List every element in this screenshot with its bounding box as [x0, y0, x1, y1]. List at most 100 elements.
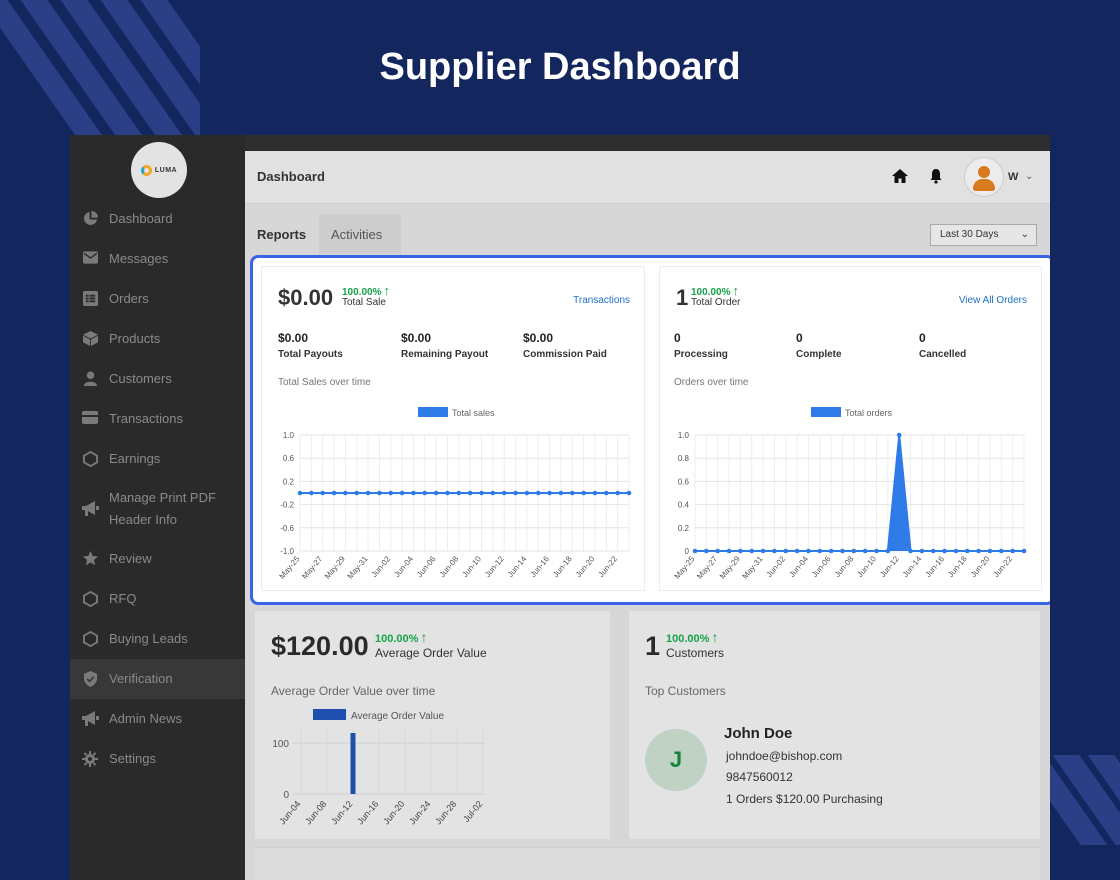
- x-tick-label: Jun-16: [355, 799, 380, 827]
- view-all-orders-link[interactable]: View All Orders: [959, 295, 1027, 306]
- sidebar-item-products[interactable]: Products: [70, 319, 245, 359]
- bar: [350, 733, 356, 794]
- customers-card: 1 100.00% ↑ Customers Top Customers J Joh…: [629, 611, 1040, 839]
- stat-cancelled: 0 Cancelled: [919, 331, 966, 360]
- sidebar-item-dashboard[interactable]: Dashboard: [70, 199, 245, 239]
- bell-icon[interactable]: [928, 168, 944, 189]
- stat-label: Remaining Payout: [401, 349, 489, 360]
- data-point: [1010, 548, 1015, 554]
- chevron-down-icon[interactable]: ⌄: [1025, 171, 1033, 182]
- data-point: [535, 490, 541, 496]
- data-point: [604, 490, 609, 496]
- y-tick-label: 0.2: [283, 477, 295, 486]
- data-point: [422, 490, 428, 496]
- data-point: [930, 548, 936, 554]
- sales-change-badge: 100.00% ↑: [342, 283, 390, 298]
- sidebar-item-admin-news[interactable]: Admin News: [70, 699, 245, 739]
- customer-email: johndoe@bishop.com: [726, 749, 843, 763]
- data-point: [615, 490, 620, 496]
- arrow-up-icon: ↑: [732, 283, 739, 298]
- x-tick-label: May-29: [323, 554, 347, 581]
- tab-activities[interactable]: Activities: [319, 214, 401, 254]
- sidebar-item-review[interactable]: Review: [70, 539, 245, 579]
- home-icon[interactable]: [891, 168, 909, 189]
- orders-card: 1 100.00% ↑ Total Order View All Orders 0…: [659, 266, 1042, 591]
- data-point: [445, 490, 450, 496]
- data-point: [976, 548, 981, 554]
- x-tick-label: Jun-12: [483, 554, 506, 579]
- sidebar-item-settings[interactable]: Settings: [70, 739, 245, 779]
- data-point: [297, 490, 303, 496]
- sidebar: LUMA Dashboard Messages Orders Products Cust…: [70, 135, 245, 880]
- stat-value: 0: [674, 331, 681, 345]
- y-tick-label: 100: [272, 739, 289, 750]
- megaphone-icon: [82, 711, 99, 727]
- stat-complete: 0 Complete: [796, 331, 842, 360]
- sidebar-item-label: Admin News: [109, 711, 182, 726]
- orders-chart: Total orders1.00.80.60.40.20May-25May-27…: [672, 407, 1027, 581]
- data-point: [365, 490, 371, 496]
- orders-chart-title: Orders over time: [674, 377, 749, 388]
- brand-logo[interactable]: LUMA: [131, 142, 187, 198]
- arrow-up-icon: ↑: [420, 629, 428, 645]
- customer-name[interactable]: John Doe: [724, 725, 792, 742]
- data-point: [388, 490, 394, 496]
- data-point: [524, 490, 530, 496]
- data-point: [738, 548, 743, 554]
- user-icon: [82, 371, 98, 387]
- data-point: [626, 490, 632, 496]
- stat-value: 0: [919, 331, 926, 345]
- user-avatar[interactable]: [964, 157, 1004, 197]
- sidebar-item-customers[interactable]: Customers: [70, 359, 245, 399]
- legend-swatch: [811, 407, 841, 417]
- envelope-icon: [82, 251, 98, 267]
- aov-change-badge: 100.00% ↑: [375, 629, 427, 645]
- legend-label: Average Order Value: [351, 711, 444, 722]
- tab-reports[interactable]: Reports: [245, 214, 318, 254]
- sidebar-item-transactions[interactable]: Transactions: [70, 399, 245, 439]
- x-tick-label: Jun-18: [551, 554, 574, 579]
- sidebar-item-messages[interactable]: Messages: [70, 239, 245, 279]
- aov-value: $120.00: [271, 631, 369, 661]
- x-tick-label: Jun-04: [392, 554, 415, 579]
- sidebar-item-label: Manage Print PDF Header Info: [109, 490, 216, 527]
- data-point: [513, 490, 518, 496]
- highlighted-stats-panel: $0.00 100.00% ↑ Total Sale Transactions $…: [250, 255, 1050, 605]
- sidebar-item-verification[interactable]: Verification: [70, 659, 245, 699]
- sidebar-item-orders[interactable]: Orders: [70, 279, 245, 319]
- page-title: Dashboard: [257, 169, 325, 184]
- x-tick-label: Jun-06: [810, 554, 833, 579]
- date-range-select[interactable]: Last 30 Days ⌄: [930, 224, 1037, 246]
- data-point: [919, 548, 925, 554]
- transactions-link[interactable]: Transactions: [573, 295, 630, 306]
- data-point: [772, 548, 777, 554]
- area-series: [695, 435, 1024, 551]
- data-point: [999, 548, 1004, 554]
- data-point: [840, 548, 845, 554]
- x-tick-label: Jun-08: [833, 554, 856, 579]
- megaphone-icon: [82, 501, 99, 517]
- hero-title: Supplier Dashboard: [379, 46, 741, 88]
- sidebar-item-earnings[interactable]: Earnings: [70, 439, 245, 479]
- sidebar-item-manage-print-pdf-header-info[interactable]: Manage Print PDF Header Info: [70, 479, 245, 539]
- data-point: [490, 490, 496, 496]
- star-icon: [82, 551, 98, 567]
- stat-value: $0.00: [523, 331, 554, 345]
- y-tick-label: 1.0: [678, 431, 690, 440]
- customer-phone: 9847560012: [726, 770, 793, 784]
- next-row-strip: [255, 847, 1040, 880]
- data-point: [692, 548, 698, 554]
- logo-text: LUMA: [154, 166, 178, 174]
- x-tick-label: Jun-16: [923, 554, 946, 579]
- data-point: [806, 548, 811, 554]
- user-initial[interactable]: W: [1008, 171, 1018, 183]
- x-tick-label: Jun-04: [787, 554, 810, 579]
- sidebar-item-buying-leads[interactable]: Buying Leads: [70, 619, 245, 659]
- logo-mark-icon: [140, 164, 152, 176]
- sidebar-item-label: Earnings: [109, 451, 161, 466]
- sidebar-item-rfq[interactable]: RFQ: [70, 579, 245, 619]
- data-point: [592, 490, 598, 496]
- stat-total-payouts: $0.00 Total Payouts: [278, 331, 343, 360]
- sales-chart: Total sales1.00.60.2-0.2-0.6-1.0May-25Ma…: [277, 407, 632, 581]
- arrow-up-icon: ↑: [711, 629, 719, 645]
